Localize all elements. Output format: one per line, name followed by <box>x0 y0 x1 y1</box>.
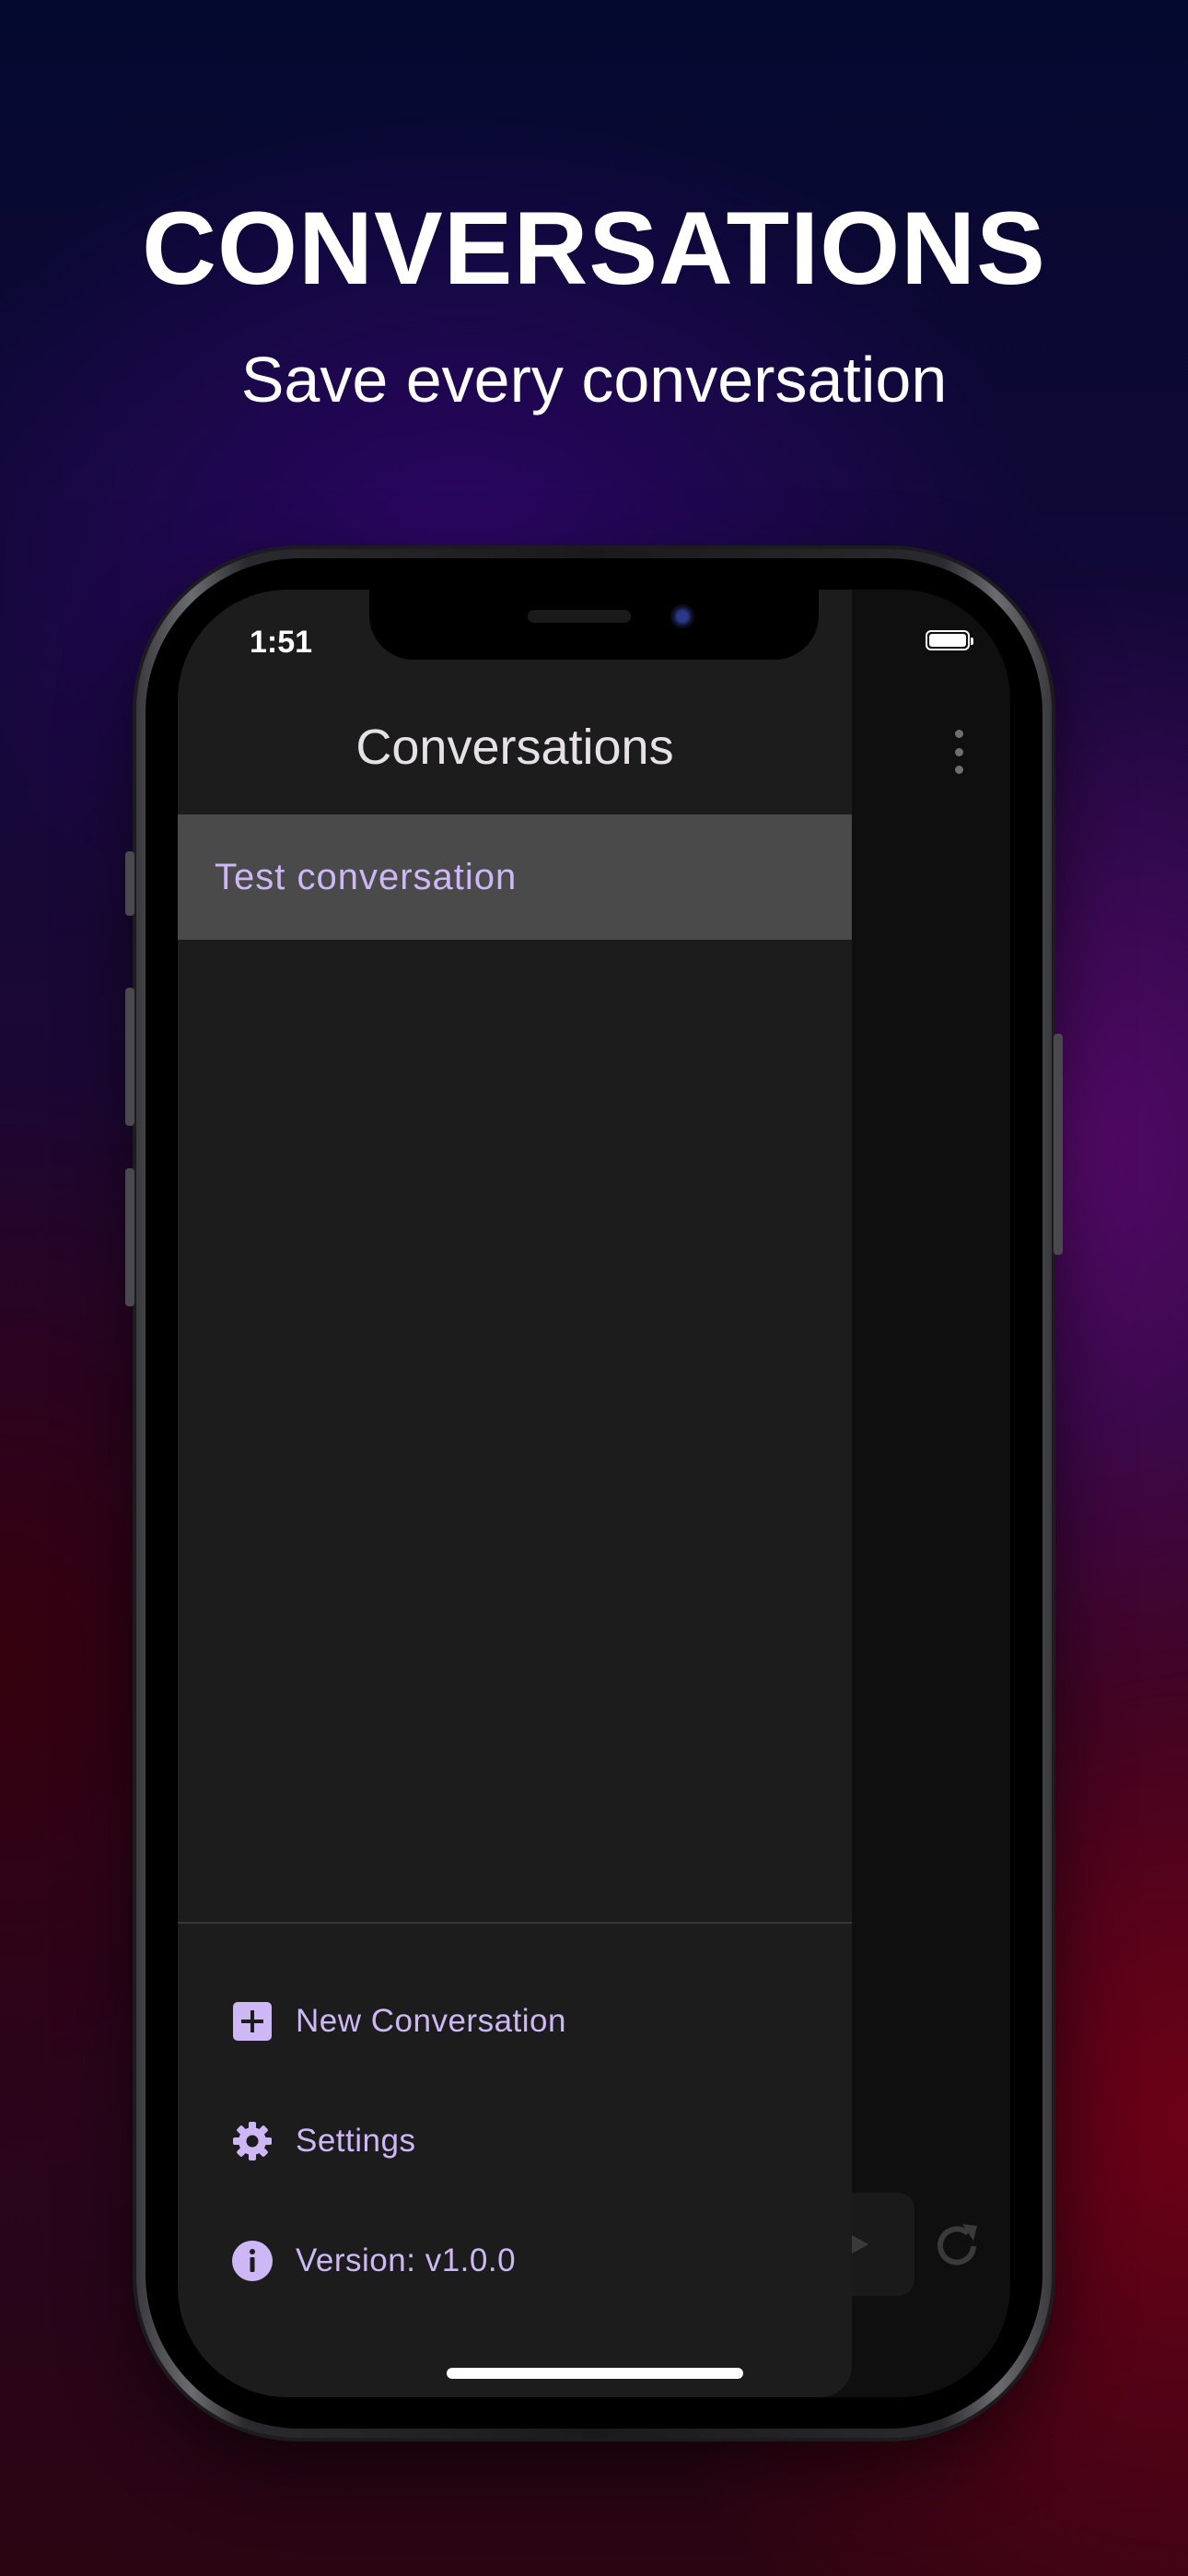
gear-icon <box>231 2120 274 2162</box>
conversation-list-item[interactable]: Test conversation <box>178 814 852 940</box>
speaker-grille <box>528 610 631 623</box>
send-icon <box>852 2235 868 2254</box>
notch <box>369 590 819 660</box>
conversation-label: Test conversation <box>215 856 518 897</box>
hero-title: CONVERSATIONS <box>142 191 1046 306</box>
version-label: Version: v1.0.0 <box>296 2242 517 2278</box>
hero-subtitle: Save every conversation <box>240 344 948 416</box>
version-item[interactable]: Version: v1.0.0 <box>231 2233 516 2289</box>
more-vert-icon[interactable] <box>951 730 966 774</box>
home-indicator[interactable] <box>447 2368 743 2379</box>
status-time: 1:51 <box>250 625 313 660</box>
new-conversation-button[interactable]: New Conversation <box>231 1994 566 2049</box>
mute-switch <box>125 851 134 916</box>
drawer-divider <box>178 1922 852 1924</box>
drawer-title: Conversations <box>355 720 674 775</box>
plus-square-icon <box>231 2000 274 2043</box>
settings-label: Settings <box>296 2123 416 2159</box>
volume-down-button <box>125 1168 134 1306</box>
battery-icon <box>926 630 973 650</box>
volume-up-button <box>125 988 134 1126</box>
front-camera <box>670 604 694 628</box>
phone-screen: Conversations Test conversation New Conv… <box>178 590 1010 2397</box>
battery-level-fill <box>929 634 966 647</box>
info-icon <box>231 2240 274 2282</box>
settings-button[interactable]: Settings <box>231 2113 415 2169</box>
navigation-drawer: Conversations Test conversation New Conv… <box>178 590 852 2397</box>
refresh-icon[interactable] <box>927 2217 986 2276</box>
power-button <box>1054 1034 1063 1255</box>
new-conversation-label: New Conversation <box>296 2003 566 2039</box>
